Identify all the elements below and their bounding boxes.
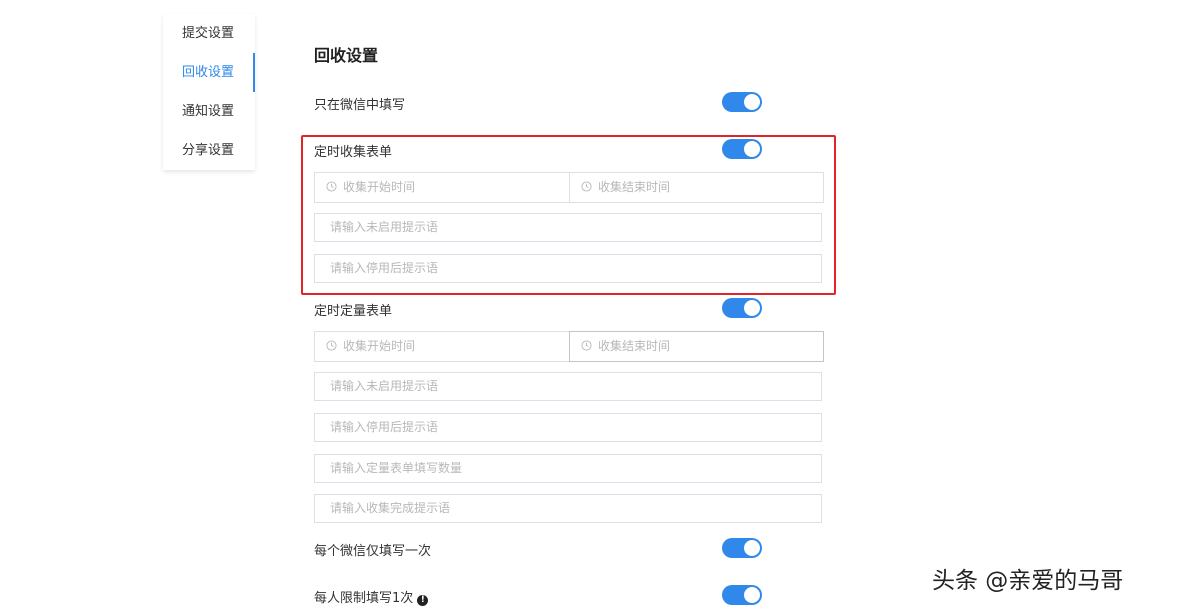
quota-count-input[interactable]: 请输入定量表单填写数量 [314, 454, 822, 483]
toggle-knob [744, 300, 760, 316]
collect-end-time-placeholder: 收集结束时间 [598, 180, 671, 194]
wechat-only-label: 只在微信中填写 [314, 98, 406, 113]
collect-start-time-placeholder: 收集开始时间 [343, 180, 416, 194]
person-limit-toggle[interactable] [722, 585, 762, 605]
clock-icon [581, 340, 592, 351]
wechat-only-toggle[interactable] [722, 92, 762, 112]
quota-end-time-input[interactable]: 收集结束时间 [569, 331, 824, 362]
clock-icon [326, 181, 337, 192]
quota-start-time-input[interactable]: 收集开始时间 [314, 331, 570, 362]
toggle-knob [744, 141, 760, 157]
timed-collect-label: 定时收集表单 [314, 145, 393, 160]
collect-not-started-message-input[interactable]: 请输入未启用提示语 [314, 213, 822, 242]
wechat-once-label: 每个微信仅填写一次 [314, 544, 432, 559]
timed-collect-date-range: 收集开始时间 收集结束时间 [314, 172, 824, 203]
info-icon[interactable]: ! [417, 595, 429, 606]
sidebar-item-collect-settings[interactable]: 回收设置 [163, 53, 255, 92]
timed-quota-toggle[interactable] [722, 298, 762, 318]
toggle-knob [744, 587, 760, 603]
person-limit-label: 每人限制填写1次 [314, 591, 414, 606]
sidebar-item-share-settings[interactable]: 分享设置 [163, 131, 255, 170]
clock-icon [581, 181, 592, 192]
toggle-knob [744, 540, 760, 556]
quota-after-stop-message-input[interactable]: 请输入停用后提示语 [314, 413, 822, 442]
settings-sidebar: 提交设置 回收设置 通知设置 分享设置 [163, 14, 255, 170]
clock-icon [326, 340, 337, 351]
quota-end-time-placeholder: 收集结束时间 [598, 339, 671, 353]
page-title: 回收设置 [314, 46, 379, 65]
wechat-once-toggle[interactable] [722, 538, 762, 558]
toggle-knob [744, 94, 760, 110]
timed-quota-date-range: 收集开始时间 收集结束时间 [314, 331, 824, 362]
person-limit-label-row: 每人限制填写1次! [314, 587, 429, 606]
timed-collect-toggle[interactable] [722, 139, 762, 159]
quota-start-time-placeholder: 收集开始时间 [343, 339, 416, 353]
collect-end-time-input[interactable]: 收集结束时间 [569, 172, 824, 203]
quota-not-started-message-input[interactable]: 请输入未启用提示语 [314, 372, 822, 401]
sidebar-item-notify-settings[interactable]: 通知设置 [163, 92, 255, 131]
watermark-text: 头条 @亲爱的马哥 [932, 568, 1124, 594]
collect-start-time-input[interactable]: 收集开始时间 [314, 172, 570, 203]
settings-page: 提交设置 回收设置 通知设置 分享设置 回收设置 只在微信中填写 定时收集表单 … [0, 0, 1200, 611]
collect-after-stop-message-input[interactable]: 请输入停用后提示语 [314, 254, 822, 283]
sidebar-item-submit-settings[interactable]: 提交设置 [163, 14, 255, 53]
timed-quota-label: 定时定量表单 [314, 304, 393, 319]
quota-complete-message-input[interactable]: 请输入收集完成提示语 [314, 494, 822, 523]
